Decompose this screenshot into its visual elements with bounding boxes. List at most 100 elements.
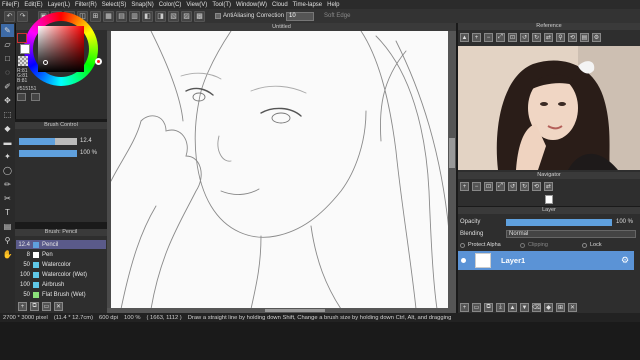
lasso-select-icon[interactable]: ◯ [1, 164, 14, 177]
menu-layer[interactable]: Layer(L) [48, 2, 70, 8]
redo-icon[interactable]: ↷ [17, 10, 28, 22]
folder-brush-icon[interactable]: ▭ [42, 302, 51, 311]
select-tool-icon[interactable]: ⬚ [1, 108, 14, 121]
eraser-tool-icon[interactable]: ▱ [1, 38, 14, 51]
correction-select[interactable]: 10 [286, 11, 315, 21]
fit-icon[interactable]: ⤢ [496, 33, 505, 42]
vertical-scroll-thumb[interactable] [449, 138, 455, 168]
brush-tool-icon[interactable]: ✐ [1, 80, 14, 93]
menu-tool[interactable]: Tool(T) [212, 2, 231, 8]
nav-rotate-reset-icon[interactable]: ⟲ [532, 182, 541, 191]
clear-layer-icon[interactable]: ⌫ [532, 303, 541, 312]
nav-rotate-right-icon[interactable]: ↻ [520, 182, 529, 191]
eyedropper-tool-icon[interactable]: ⚲ [1, 234, 14, 247]
open-reference-icon[interactable]: ▲ [460, 33, 469, 42]
menu-window[interactable]: Window(W) [236, 2, 267, 8]
perspective-icon[interactable]: ◨ [155, 10, 166, 22]
reset-icon[interactable]: ⟲ [568, 33, 577, 42]
actual-size-icon[interactable]: ⊡ [508, 33, 517, 42]
menu-select[interactable]: Select(S) [102, 2, 127, 8]
select-pen-icon[interactable]: ✏ [1, 178, 14, 191]
hue-picker-marker[interactable] [95, 58, 102, 65]
clipping-checkbox[interactable] [520, 242, 525, 248]
curve-icon[interactable]: ▨ [181, 10, 192, 22]
nav-fit-icon[interactable]: ⤢ [496, 182, 505, 191]
brush-size-slider[interactable] [19, 138, 77, 145]
nav-zoom-out-icon[interactable]: − [472, 182, 481, 191]
lock-option[interactable]: Lock [582, 242, 602, 248]
add-brush-icon[interactable]: + [18, 302, 27, 311]
menu-timelapse[interactable]: Time-lapse [293, 2, 322, 8]
brush-opacity-slider[interactable] [19, 150, 77, 157]
menu-help[interactable]: Help [327, 2, 339, 8]
lock-checkbox[interactable] [582, 242, 587, 248]
flip-icon[interactable]: ⇄ [544, 33, 553, 42]
menu-file[interactable]: File(F) [2, 2, 19, 8]
nav-rotate-left-icon[interactable]: ↺ [508, 182, 517, 191]
menu-cloud[interactable]: Cloud [272, 2, 288, 8]
reference-image[interactable] [458, 46, 640, 170]
sv-picker-marker[interactable] [43, 60, 48, 65]
magic-wand-icon[interactable]: ✦ [1, 150, 14, 163]
blending-select[interactable]: Normal [506, 230, 636, 238]
grid-icon[interactable]: ▦ [103, 10, 114, 22]
undo-icon[interactable]: ↶ [4, 10, 15, 22]
eyedropper-icon[interactable]: ⚲ [556, 33, 565, 42]
divide-frame-icon[interactable]: ▤ [1, 220, 14, 233]
transform-layer-icon[interactable]: ⊞ [556, 303, 565, 312]
brush-item-pen[interactable]: 8 Pen [16, 250, 106, 259]
nav-zoom-in-icon[interactable]: + [460, 182, 469, 191]
brush-item-watercolor-wet[interactable]: 100 Watercolor (Wet) [16, 270, 106, 279]
delete-brush-icon[interactable]: ✕ [54, 302, 63, 311]
antialiasing-toggle[interactable]: AntiAliasing [215, 13, 254, 19]
fill-tool-icon[interactable]: ◆ [1, 122, 14, 135]
ruler-icon[interactable]: ▥ [129, 10, 140, 22]
zoom-out-icon[interactable]: − [484, 33, 493, 42]
layer-up-icon[interactable]: ▲ [508, 303, 517, 312]
lock-reference-icon[interactable]: ▤ [580, 33, 589, 42]
transform-icon[interactable]: ⊞ [90, 10, 101, 22]
reference-settings-icon[interactable]: ⚙ [592, 33, 601, 42]
menu-edit[interactable]: Edit(E) [24, 2, 42, 8]
fill-layer-icon[interactable]: ◆ [544, 303, 553, 312]
select-eraser-icon[interactable]: ✂ [1, 192, 14, 205]
protect-alpha-checkbox[interactable] [460, 242, 465, 248]
new-folder-icon[interactable]: ▭ [472, 303, 481, 312]
background-color-swatch[interactable] [20, 44, 30, 54]
hand-tool-icon[interactable]: ✋ [1, 248, 14, 261]
layer-down-icon[interactable]: ▼ [520, 303, 529, 312]
merge-layer-icon[interactable]: ⤓ [496, 303, 505, 312]
color-history-icon[interactable] [31, 93, 40, 101]
symmetry-icon[interactable]: ◧ [142, 10, 153, 22]
guide-icon[interactable]: ▧ [168, 10, 179, 22]
visibility-icon[interactable] [461, 258, 466, 263]
nav-flip-icon[interactable]: ⇄ [544, 182, 553, 191]
saturation-value-square[interactable] [38, 26, 84, 72]
delete-layer-icon[interactable]: ✕ [568, 303, 577, 312]
copy-brush-icon[interactable]: ⧉ [30, 302, 39, 311]
menu-view[interactable]: View(V) [186, 2, 207, 8]
move-tool-icon[interactable]: ✥ [1, 94, 14, 107]
brush-item-airbrush[interactable]: 100 Airbrush [16, 280, 106, 289]
brush-item-pencil[interactable]: 12.4 Pencil [16, 240, 106, 249]
rotate-right-icon[interactable]: ↻ [532, 33, 541, 42]
drawing-canvas[interactable] [111, 31, 456, 309]
copy-layer-icon[interactable]: ⧉ [484, 303, 493, 312]
clipping-option[interactable]: Clipping [520, 242, 548, 248]
antialiasing-checkbox[interactable] [215, 13, 221, 19]
layer-row-layer1[interactable]: Layer1 ⚙ [458, 251, 634, 270]
layer-opacity-slider[interactable] [506, 219, 612, 226]
color-mode-icon[interactable] [17, 93, 26, 101]
brush-item-flat-brush-wet[interactable]: 50 Flat Brush (Wet) [16, 290, 106, 299]
horizontal-scroll-thumb[interactable] [265, 309, 325, 312]
transparent-color-swatch[interactable] [18, 56, 28, 66]
pen-tool-icon[interactable]: ✎ [1, 24, 14, 37]
zoom-in-icon[interactable]: + [472, 33, 481, 42]
nav-actual-size-icon[interactable]: ⊡ [484, 182, 493, 191]
stabilizer-icon[interactable]: ▩ [194, 10, 205, 22]
gradient-tool-icon[interactable]: ▬ [1, 136, 14, 149]
menu-filter[interactable]: Filter(R) [75, 2, 97, 8]
canvas-vertical-scrollbar[interactable] [448, 31, 456, 309]
navigator-thumbnail[interactable] [545, 195, 553, 204]
menu-color[interactable]: Color(C) [159, 2, 182, 8]
